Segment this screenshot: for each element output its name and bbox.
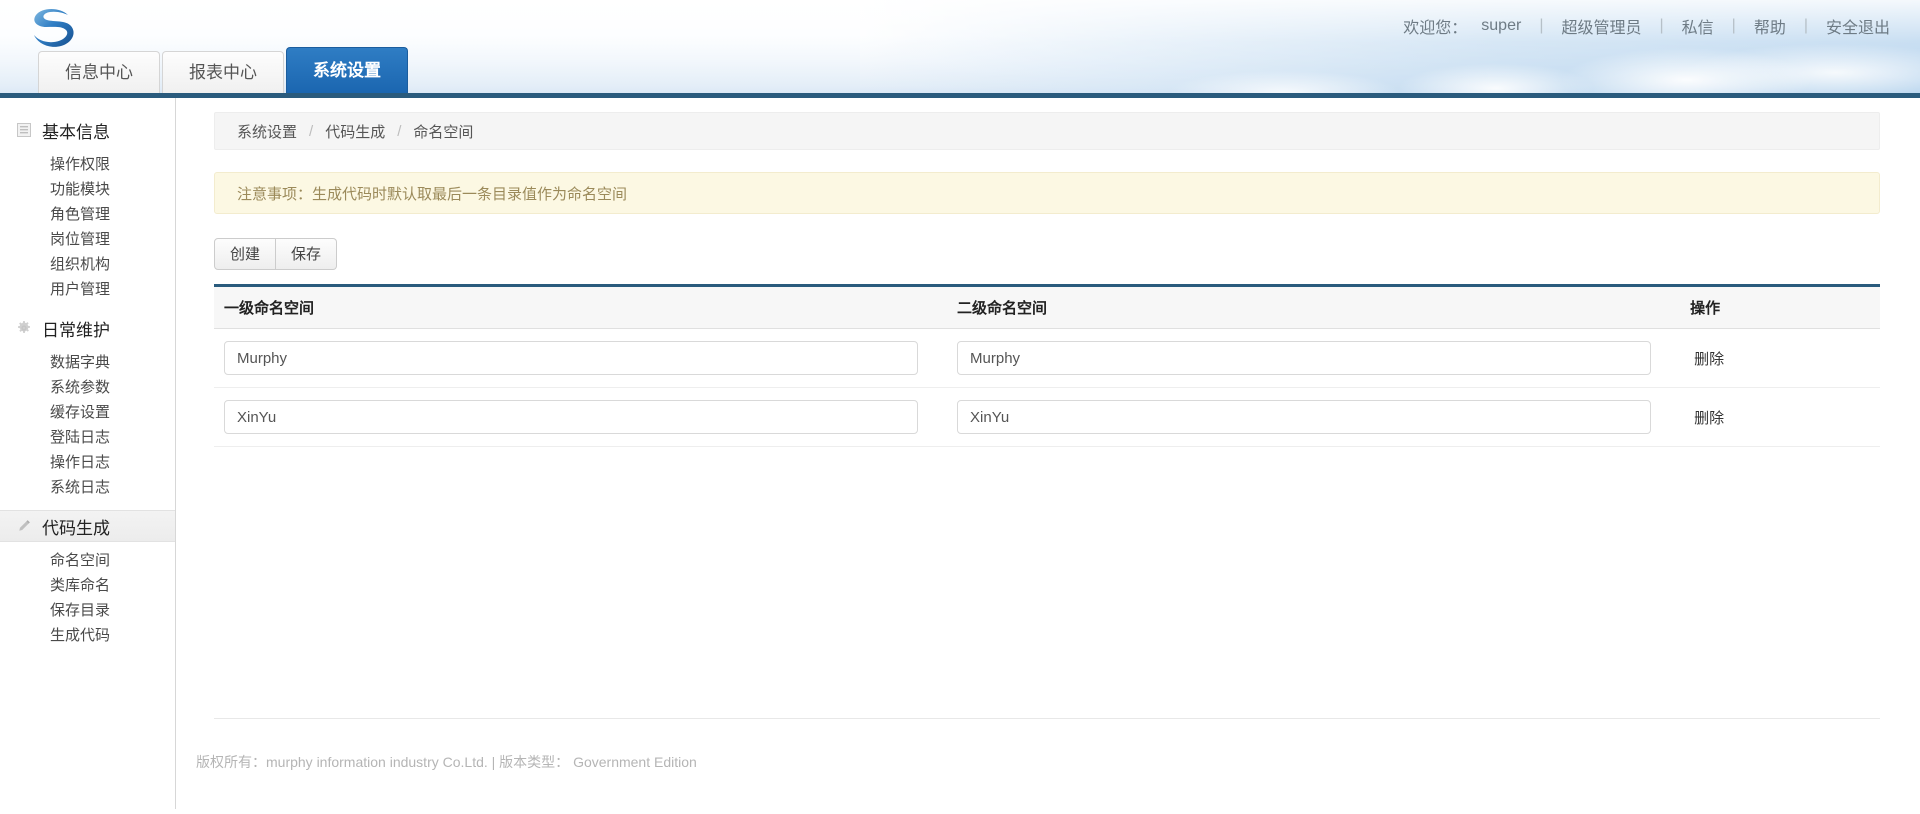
level1-namespace-input[interactable] (224, 400, 919, 434)
cell-level2 (947, 387, 1681, 447)
footer-copyright: 版权所有：murphy information industry Co.Ltd.… (196, 754, 697, 770)
cell-level2 (947, 328, 1681, 388)
top-user-links: 欢迎您： super | 超级管理员 | 私信 | 帮助 | 安全退出 (1403, 14, 1890, 38)
level2-namespace-input[interactable] (957, 400, 1652, 434)
sidebar-item-save-directory[interactable]: 保存目录 (0, 598, 175, 623)
sidebar-item-user-management[interactable]: 用户管理 (0, 277, 175, 302)
column-header-level2: 二级命名空间 (947, 287, 1681, 329)
help-link[interactable]: 帮助 (1754, 14, 1786, 38)
notice-text: 注意事项：生成代码时默认取最后一条目录值作为命名空间 (237, 185, 628, 203)
column-header-level1: 一级命名空间 (214, 287, 948, 329)
cell-level1 (214, 387, 948, 447)
sidebar-group-daily-maintenance[interactable]: 日常维护 (0, 312, 175, 344)
sidebar-item-system-log[interactable]: 系统日志 (0, 475, 175, 500)
namespace-table: 一级命名空间 二级命名空间 操作 删除 (214, 287, 1880, 447)
breadcrumb-item-code-generation[interactable]: 代码生成 (325, 121, 385, 142)
breadcrumb-separator: / (309, 122, 314, 140)
sidebar-items-code-generation: 命名空间 类库命名 保存目录 生成代码 (0, 542, 175, 658)
list-icon (16, 122, 32, 138)
welcome-label: 欢迎您： (1403, 20, 1468, 37)
sidebar: 基本信息 操作权限 功能模块 角色管理 岗位管理 组织机构 用户管理 日常维护 … (0, 98, 176, 809)
sidebar-items-daily-maintenance: 数据字典 系统参数 缓存设置 登陆日志 操作日志 系统日志 (0, 344, 175, 510)
breadcrumb-item-namespace[interactable]: 命名空间 (413, 121, 473, 142)
sidebar-item-data-dictionary[interactable]: 数据字典 (0, 350, 175, 375)
sidebar-item-system-parameters[interactable]: 系统参数 (0, 375, 175, 400)
table-header-row: 一级命名空间 二级命名空间 操作 (214, 287, 1880, 329)
sidebar-group-basic-info[interactable]: 基本信息 (0, 114, 175, 146)
table-row: 删除 (214, 387, 1880, 447)
messages-link[interactable]: 私信 (1682, 14, 1714, 38)
link-separator: | (1539, 17, 1544, 34)
sidebar-item-login-log[interactable]: 登陆日志 (0, 425, 175, 450)
breadcrumb-item-system-settings[interactable]: 系统设置 (237, 121, 297, 142)
username-label: super (1481, 17, 1522, 34)
footer-divider (214, 718, 1880, 719)
sidebar-item-namespace[interactable]: 命名空间 (0, 548, 175, 573)
level1-namespace-input[interactable] (224, 341, 919, 375)
role-link[interactable]: 超级管理员 (1561, 14, 1641, 38)
page-header: 欢迎您： super | 超级管理员 | 私信 | 帮助 | 安全退出 信息中心… (0, 0, 1920, 98)
link-separator: | (1731, 17, 1736, 34)
sidebar-item-position-management[interactable]: 岗位管理 (0, 227, 175, 252)
sidebar-items-basic-info: 操作权限 功能模块 角色管理 岗位管理 组织机构 用户管理 (0, 146, 175, 312)
sidebar-item-cache-settings[interactable]: 缓存设置 (0, 400, 175, 425)
breadcrumb: 系统设置 / 代码生成 / 命名空间 (214, 112, 1880, 150)
tab-information-center[interactable]: 信息中心 (38, 51, 160, 93)
namespace-table-wrapper: 一级命名空间 二级命名空间 操作 删除 (214, 284, 1880, 447)
level2-namespace-input[interactable] (957, 341, 1652, 375)
tab-report-center[interactable]: 报表中心 (162, 51, 284, 93)
table-head: 一级命名空间 二级命名空间 操作 (214, 287, 1880, 329)
sidebar-item-generate-code[interactable]: 生成代码 (0, 623, 175, 648)
table-row: 删除 (214, 328, 1880, 388)
sidebar-group-label: 基本信息 (42, 122, 110, 142)
link-separator: | (1803, 17, 1808, 34)
notice-banner: 注意事项：生成代码时默认取最后一条目录值作为命名空间 (214, 172, 1880, 214)
sidebar-group-label: 日常维护 (42, 320, 110, 340)
sidebar-item-operation-permission[interactable]: 操作权限 (0, 152, 175, 177)
cell-level1 (214, 328, 948, 388)
sidebar-item-role-management[interactable]: 角色管理 (0, 202, 175, 227)
column-header-actions: 操作 (1680, 287, 1880, 329)
sidebar-item-operation-log[interactable]: 操作日志 (0, 450, 175, 475)
gear-icon (16, 320, 32, 336)
table-body: 删除 删除 (214, 328, 1880, 447)
cell-actions: 删除 (1680, 387, 1880, 447)
cell-actions: 删除 (1680, 328, 1880, 388)
page-body: 基本信息 操作权限 功能模块 角色管理 岗位管理 组织机构 用户管理 日常维护 … (0, 98, 1920, 809)
sidebar-group-label: 代码生成 (42, 518, 110, 538)
main-tabs: 信息中心 报表中心 系统设置 (38, 47, 410, 93)
sidebar-item-organization[interactable]: 组织机构 (0, 252, 175, 277)
main-content: 系统设置 / 代码生成 / 命名空间 注意事项：生成代码时默认取最后一条目录值作… (176, 98, 1920, 809)
tab-system-settings[interactable]: 系统设置 (286, 47, 408, 93)
delete-row-link[interactable]: 删除 (1690, 351, 1724, 368)
delete-row-link[interactable]: 删除 (1690, 410, 1724, 427)
sidebar-group-code-generation[interactable]: 代码生成 (0, 510, 175, 542)
sidebar-item-class-library-naming[interactable]: 类库命名 (0, 573, 175, 598)
create-button[interactable]: 创建 (214, 238, 277, 270)
breadcrumb-separator: / (397, 122, 402, 140)
pencil-icon (16, 518, 32, 534)
save-button[interactable]: 保存 (276, 238, 338, 270)
sidebar-item-function-module[interactable]: 功能模块 (0, 177, 175, 202)
logout-link[interactable]: 安全退出 (1826, 14, 1890, 38)
link-separator: | (1659, 17, 1664, 34)
brand-logo[interactable] (24, 6, 80, 50)
toolbar: 创建 保存 (214, 238, 338, 270)
